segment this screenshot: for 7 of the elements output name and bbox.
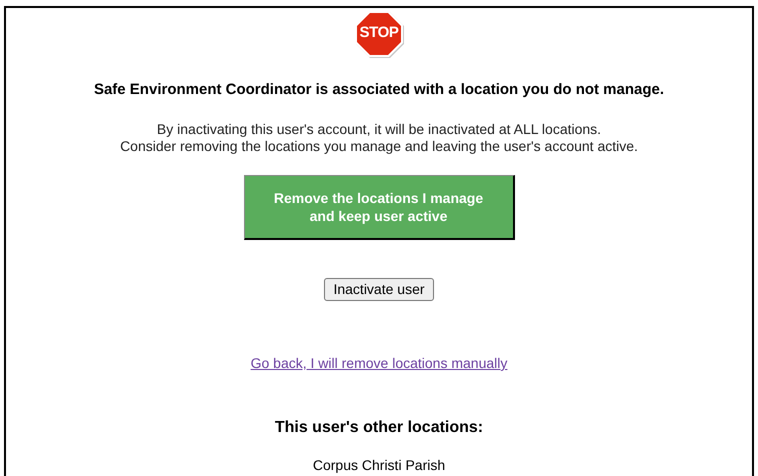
inactivate-user-button[interactable]: Inactivate user [324, 278, 434, 301]
stop-sign: STOP [354, 10, 404, 56]
warning-message: By inactivating this user's account, it will be inactivated at ALL locations. Consider removing the locations you manage and leaving the user's account active. [120, 120, 638, 155]
warning-heading: Safe Environment Coordinator is associated with a location you do not manage. [94, 80, 664, 100]
location-item: Corpus Christi Parish [312, 456, 446, 475]
other-locations-heading: This user's other locations: [274, 418, 484, 438]
go-back-link[interactable]: Go back, I will remove locations manually [250, 353, 508, 374]
